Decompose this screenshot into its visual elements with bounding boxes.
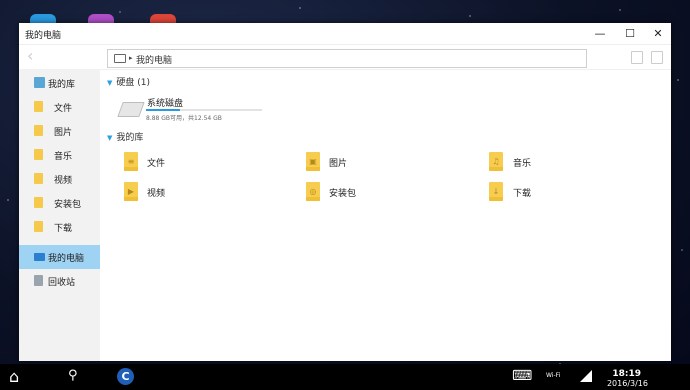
sidebar-item-library[interactable]: 我的库	[19, 71, 100, 95]
library-item-label: 视频	[147, 189, 166, 199]
folder-pictures-icon: ▣	[306, 152, 320, 171]
library-item-label: 文件	[147, 159, 166, 169]
sidebar: 我的库 文件 图片 音乐 视频 安装包 下载 我的电脑 回收站	[19, 69, 100, 361]
sidebar-item-downloads[interactable]: 下载	[19, 215, 100, 239]
computer-icon	[34, 253, 45, 261]
folder-videos-icon	[34, 173, 43, 184]
folder-music-icon: ♫	[489, 152, 503, 171]
sidebar-item-packages[interactable]: 安装包	[19, 191, 100, 215]
sidebar-item-label: 音乐	[54, 152, 73, 162]
disks-section-label: 硬盘 (1)	[116, 78, 151, 88]
folder-glyph: ▣	[309, 157, 317, 166]
library-item-label: 音乐	[513, 159, 532, 169]
address-path: 我的电脑	[136, 56, 173, 66]
folder-packages-icon	[34, 197, 43, 208]
folder-glyph: ◎	[309, 187, 317, 196]
folder-documents-icon: ≡	[124, 152, 138, 171]
folder-glyph: ↓	[492, 187, 500, 196]
clock-time[interactable]: 18:19	[612, 369, 641, 379]
library-section-header[interactable]: ▼ 我的库	[107, 130, 143, 143]
maximize-button[interactable]: ☐	[619, 25, 641, 42]
wifi-icon[interactable]: Wi-Fi	[546, 372, 560, 379]
folder-documents-icon	[34, 101, 43, 112]
folder-glyph: ≡	[127, 157, 135, 166]
folder-music-icon	[34, 149, 43, 160]
sidebar-item-label: 我的电脑	[48, 254, 85, 264]
main-content: ▼ 硬盘 (1) 系统磁盘 8.88 GB可用，共12.54 GB ▼ 我的库 ≡ …	[100, 69, 671, 361]
search-button[interactable]: ⚲	[68, 368, 78, 383]
folder-videos-icon: ▶	[124, 182, 138, 201]
minimize-button[interactable]: —	[589, 25, 611, 42]
sidebar-item-label: 图片	[54, 128, 73, 138]
folder-glyph: ▶	[127, 187, 135, 196]
folder-packages-icon: ◎	[306, 182, 320, 201]
library-icon	[34, 77, 45, 88]
sidebar-item-label: 视频	[54, 176, 73, 186]
library-item-label: 安装包	[329, 189, 357, 199]
close-button[interactable]: ✕	[647, 25, 669, 42]
new-folder-icon[interactable]	[631, 51, 643, 64]
sidebar-item-recycle-bin[interactable]: 回收站	[19, 269, 100, 293]
address-bar[interactable]: ▸ 我的电脑	[107, 49, 587, 68]
signal-icon	[580, 370, 592, 382]
home-button[interactable]: ⌂	[9, 367, 19, 386]
taskbar: ⌂ ⚲ C ⌨ Wi-Fi 18:19 2016/3/16	[0, 364, 690, 390]
library-section-label: 我的库	[116, 133, 144, 143]
window-title: 我的电脑	[25, 31, 62, 41]
disk-usage-bar	[146, 109, 262, 111]
sidebar-item-label: 回收站	[48, 278, 76, 288]
sidebar-item-label: 我的库	[48, 80, 76, 90]
file-manager-window: 我的电脑 — ☐ ✕ ‹ ▸ 我的电脑 我的库 文件 图片 音乐 视频 安装包 …	[19, 23, 671, 361]
sidebar-item-label: 文件	[54, 104, 73, 114]
hard-disk-icon	[117, 102, 145, 117]
expand-triangle-icon: ▼	[107, 79, 113, 87]
toolbar: ‹ ▸ 我的电脑	[19, 45, 671, 70]
disk-name: 系统磁盘	[147, 99, 184, 109]
library-item-label: 下载	[513, 189, 532, 199]
folder-glyph: ♫	[492, 157, 500, 166]
folder-pictures-icon	[34, 125, 43, 136]
keyboard-icon[interactable]: ⌨	[512, 368, 532, 384]
sidebar-item-pictures[interactable]: 图片	[19, 119, 100, 143]
disk-usage-fill	[146, 109, 180, 111]
sidebar-item-music[interactable]: 音乐	[19, 143, 100, 167]
clipboard-icon[interactable]	[651, 51, 663, 64]
disks-section-header[interactable]: ▼ 硬盘 (1)	[107, 75, 150, 88]
disk-free-text: 8.88 GB可用，共12.54 GB	[146, 115, 222, 122]
sidebar-item-my-computer[interactable]: 我的电脑	[19, 245, 100, 269]
clock-date[interactable]: 2016/3/16	[607, 379, 648, 388]
sidebar-item-documents[interactable]: 文件	[19, 95, 100, 119]
sidebar-item-label: 安装包	[54, 200, 82, 210]
folder-downloads-icon: ↓	[489, 182, 503, 201]
sidebar-item-videos[interactable]: 视频	[19, 167, 100, 191]
title-bar[interactable]: 我的电脑 — ☐ ✕	[19, 23, 671, 45]
sidebar-item-label: 下载	[54, 224, 73, 234]
computer-icon	[114, 54, 126, 63]
recycle-bin-icon	[34, 275, 43, 286]
back-button[interactable]: ‹	[27, 48, 33, 64]
expand-triangle-icon: ▼	[107, 134, 113, 142]
folder-downloads-icon	[34, 221, 43, 232]
app-launcher-icon[interactable]: C	[117, 368, 134, 385]
library-item-label: 图片	[329, 159, 348, 169]
path-arrow-icon: ▸	[129, 54, 133, 62]
